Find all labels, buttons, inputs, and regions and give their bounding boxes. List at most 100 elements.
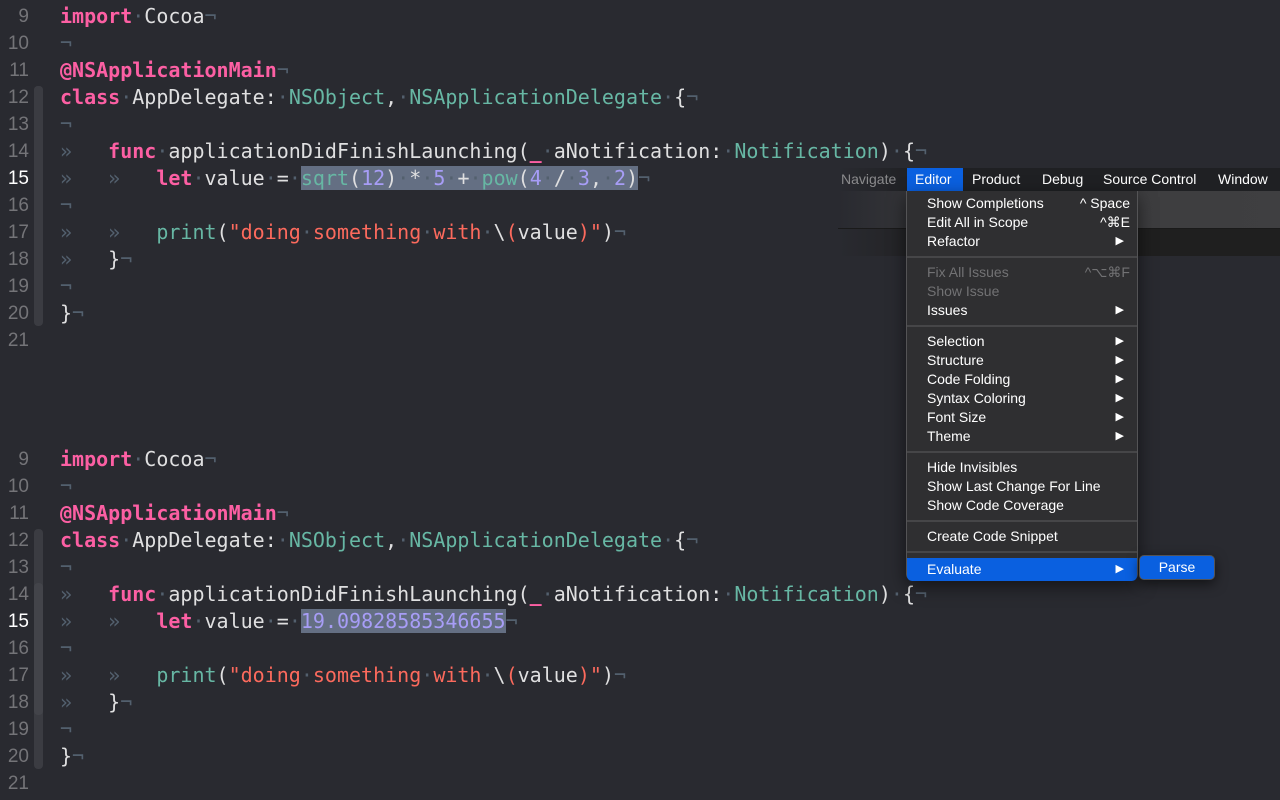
line-number[interactable]: 21 xyxy=(0,770,29,797)
code-text[interactable]: » » let·value·=·sqrt(12)·*·5·+·pow(4·/·3… xyxy=(60,165,650,192)
submenu-arrow-icon: ▶ xyxy=(1115,373,1124,385)
code-text[interactable]: ¬ xyxy=(60,273,72,300)
code-line[interactable]: 14 » func·applicationDidFinishLaunching(_… xyxy=(0,138,1280,165)
line-number[interactable]: 18 xyxy=(0,689,29,716)
code-line[interactable]: 10 ¬ xyxy=(0,30,1280,57)
code-line[interactable]: 20 }¬ xyxy=(0,743,1280,770)
code-text[interactable]: » » print("doing·something·with·\(value)… xyxy=(60,219,626,246)
code-text[interactable]: class·AppDelegate:·NSObject,·NSApplicati… xyxy=(60,84,698,111)
code-token: "doing xyxy=(228,663,301,687)
line-number[interactable]: 10 xyxy=(0,30,29,57)
line-number[interactable]: 12 xyxy=(0,84,29,111)
code-text[interactable]: ¬ xyxy=(60,30,72,57)
menu-item-show-issue[interactable]: Show Issue xyxy=(907,282,1137,301)
line-number[interactable]: 14 xyxy=(0,138,29,165)
code-line[interactable]: 19 ¬ xyxy=(0,716,1280,743)
code-line[interactable]: 15 » » let·value·=·19.09828585346655¬ xyxy=(0,608,1280,635)
line-number[interactable]: 21 xyxy=(0,327,29,354)
code-token: ) xyxy=(601,220,614,244)
code-text[interactable]: class·AppDelegate:·NSObject,·NSApplicati… xyxy=(60,527,698,554)
code-text[interactable]: import·Cocoa¬ xyxy=(60,3,217,30)
line-number[interactable]: 17 xyxy=(0,219,29,246)
code-text[interactable]: ¬ xyxy=(60,192,72,219)
code-text[interactable]: import·Cocoa¬ xyxy=(60,446,217,473)
menu-item-refactor[interactable]: Refactor ▶ xyxy=(907,232,1137,251)
code-line[interactable]: 16 ¬ xyxy=(0,635,1280,662)
line-number[interactable]: 12 xyxy=(0,527,29,554)
code-token: ) xyxy=(601,663,614,687)
code-line[interactable]: 18 » }¬ xyxy=(0,689,1280,716)
line-number[interactable]: 19 xyxy=(0,273,29,300)
line-number[interactable]: 14 xyxy=(0,581,29,608)
code-text[interactable]: » func·applicationDidFinishLaunching(_·a… xyxy=(60,138,927,165)
line-number[interactable]: 16 xyxy=(0,635,29,662)
menu-item-hide-invisibles[interactable]: Hide Invisibles xyxy=(907,458,1137,477)
line-number[interactable]: 11 xyxy=(0,57,29,84)
code-line[interactable]: 17 » » print("doing·something·with·\(valu… xyxy=(0,662,1280,689)
code-text[interactable]: » }¬ xyxy=(60,246,132,273)
line-number[interactable]: 19 xyxy=(0,716,29,743)
menu-item-evaluate[interactable]: Evaluate ▶ xyxy=(907,558,1137,581)
code-text[interactable]: » func·applicationDidFinishLaunching(_·a… xyxy=(60,581,927,608)
menubar-editor[interactable]: Editor xyxy=(907,168,963,191)
menubar-product[interactable]: Product xyxy=(964,168,1028,191)
line-number[interactable]: 20 xyxy=(0,743,29,770)
menu-item-structure[interactable]: Structure ▶ xyxy=(907,351,1137,370)
menu-item-show-code-coverage[interactable]: Show Code Coverage xyxy=(907,496,1137,515)
menu-item-issues[interactable]: Issues ▶ xyxy=(907,301,1137,320)
menu-item-edit-all-in-scope[interactable]: Edit All in Scope ^⌘E xyxy=(907,213,1137,232)
code-line[interactable]: 12 class·AppDelegate:·NSObject,·NSApplica… xyxy=(0,84,1280,111)
menu-item-syntax-coloring[interactable]: Syntax Coloring ▶ xyxy=(907,389,1137,408)
code-text[interactable]: ¬ xyxy=(60,111,72,138)
line-number[interactable]: 9 xyxy=(0,446,29,473)
code-text[interactable]: @NSApplicationMain¬ xyxy=(60,57,289,84)
menu-item-fix-all-issues[interactable]: Fix All Issues ^⌥⌘F xyxy=(907,263,1137,282)
code-text[interactable]: ¬ xyxy=(60,554,72,581)
menu-item-theme[interactable]: Theme ▶ xyxy=(907,427,1137,446)
menubar-navigate[interactable]: Navigate xyxy=(833,168,904,191)
invisible-char: · xyxy=(156,582,169,606)
code-text[interactable]: ¬ xyxy=(60,473,72,500)
menu-item-code-folding[interactable]: Code Folding ▶ xyxy=(907,370,1137,389)
menubar-debug[interactable]: Debug xyxy=(1034,168,1091,191)
code-token: " xyxy=(589,220,602,244)
code-text[interactable]: @NSApplicationMain¬ xyxy=(60,500,289,527)
code-text[interactable]: }¬ xyxy=(60,300,84,327)
line-number[interactable]: 17 xyxy=(0,662,29,689)
submenu-item-parse[interactable]: Parse xyxy=(1159,559,1196,575)
menubar-window[interactable]: Window xyxy=(1210,168,1276,191)
code-line[interactable]: 21 xyxy=(0,770,1280,797)
invisible-char: » xyxy=(60,247,109,271)
line-number[interactable]: 15 xyxy=(0,165,29,192)
line-number[interactable]: 9 xyxy=(0,3,29,30)
line-number[interactable]: 16 xyxy=(0,192,29,219)
code-text[interactable]: » » let·value·=·19.09828585346655¬ xyxy=(60,608,518,635)
code-text[interactable]: }¬ xyxy=(60,743,84,770)
menubar-source-control[interactable]: Source Control xyxy=(1095,168,1204,191)
menu-item-show-last-change-for-line[interactable]: Show Last Change For Line xyxy=(907,477,1137,496)
code-text[interactable]: ¬ xyxy=(60,635,72,662)
code-token: _ xyxy=(529,582,542,606)
code-token: let xyxy=(156,609,193,633)
line-number[interactable]: 20 xyxy=(0,300,29,327)
line-number[interactable]: 18 xyxy=(0,246,29,273)
code-text[interactable]: » » print("doing·something·with·\(value)… xyxy=(60,662,626,689)
code-text[interactable]: ¬ xyxy=(60,716,72,743)
menu-item-create-code-snippet[interactable]: Create Code Snippet xyxy=(907,527,1137,546)
code-line[interactable]: 9 import·Cocoa¬ xyxy=(0,3,1280,30)
code-line[interactable]: 11 @NSApplicationMain¬ xyxy=(0,57,1280,84)
code-line[interactable]: 13 ¬ xyxy=(0,111,1280,138)
line-number[interactable]: 10 xyxy=(0,473,29,500)
line-number[interactable]: 13 xyxy=(0,554,29,581)
line-number[interactable]: 15 xyxy=(0,608,29,635)
menu-item-selection[interactable]: Selection ▶ xyxy=(907,332,1137,351)
menu-item-show-completions[interactable]: Show Completions ^ Space xyxy=(907,194,1137,213)
code-line[interactable]: 14» func·applicationDidFinishLaunching(_… xyxy=(0,581,1280,608)
code-token: NSApplicationDelegate xyxy=(409,85,663,109)
invisible-char: · xyxy=(300,220,313,244)
line-number[interactable]: 13 xyxy=(0,111,29,138)
code-token: ( xyxy=(216,220,229,244)
menu-item-font-size[interactable]: Font Size ▶ xyxy=(907,408,1137,427)
line-number[interactable]: 11 xyxy=(0,500,29,527)
code-text[interactable]: » }¬ xyxy=(60,689,132,716)
